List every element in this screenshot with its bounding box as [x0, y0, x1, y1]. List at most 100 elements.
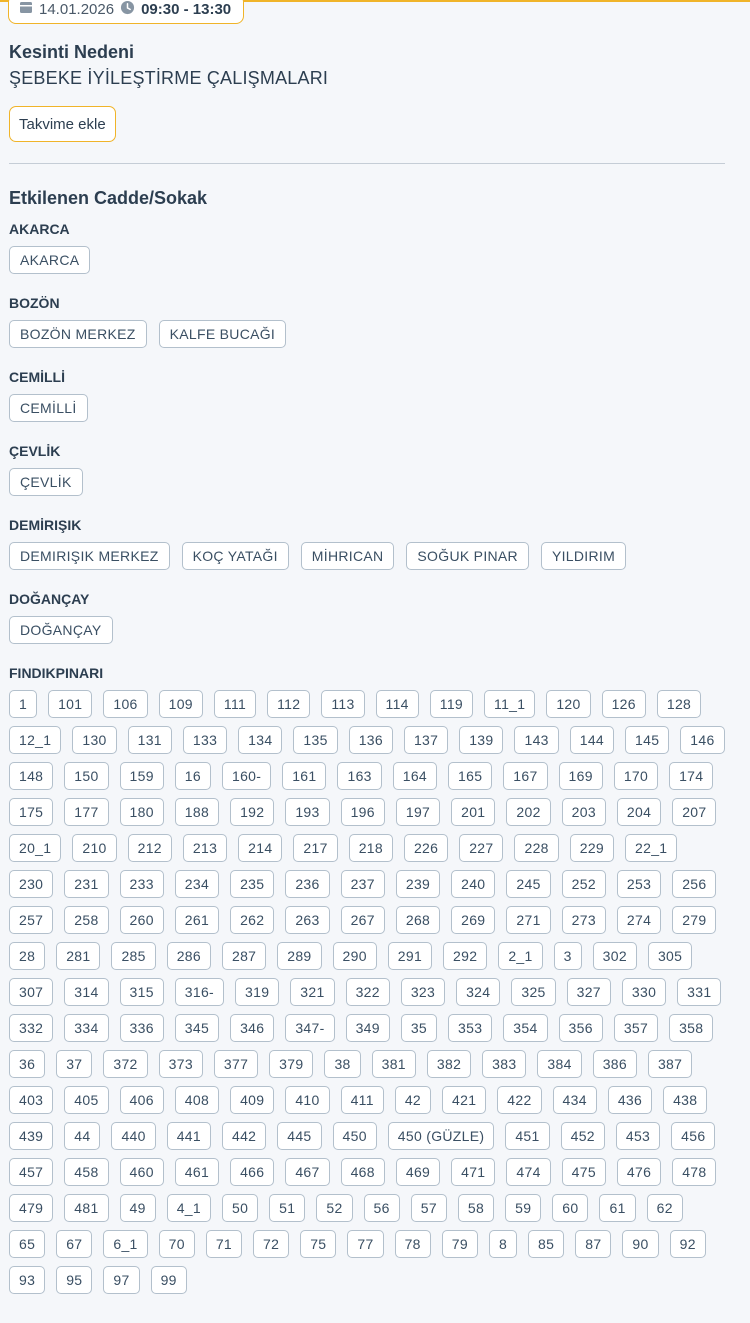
- street-chip: 65: [9, 1230, 46, 1258]
- street-chip: CEMİLLİ: [9, 394, 88, 422]
- street-chip: 231: [64, 870, 109, 898]
- street-chip: 274: [616, 906, 662, 934]
- street-chip: 175: [9, 798, 54, 826]
- street-chip: 159: [119, 762, 164, 790]
- street-chip: DEMIRIŞIK MERKEZ: [9, 542, 170, 570]
- street-chip: 257: [9, 906, 54, 934]
- street-chip: 170: [613, 762, 659, 790]
- street-chip: 440: [111, 1122, 156, 1150]
- outage-time-range: 09:30 - 13:30: [141, 0, 232, 18]
- street-chip: 79: [441, 1230, 478, 1258]
- street-chip: 381: [371, 1050, 416, 1078]
- street-chip: 230: [9, 870, 54, 898]
- street-chip: 131: [127, 726, 172, 754]
- street-chip: 207: [672, 798, 717, 826]
- street-chip: 109: [158, 690, 203, 718]
- street-chip: 56: [363, 1194, 400, 1222]
- street-groups: AKARCA AKARCA BOZÖN BOZÖN MERKEZ KALFE BUCAĞ…: [9, 220, 725, 1314]
- street-chip: 379: [269, 1050, 314, 1078]
- street-chip: 52: [316, 1194, 353, 1222]
- street-chip: 357: [613, 1014, 659, 1042]
- street-chip: 119: [429, 690, 474, 718]
- street-chip: 253: [616, 870, 662, 898]
- street-chip-list: AKARCA: [9, 246, 725, 274]
- street-chip: 71: [205, 1230, 243, 1258]
- street-chip: 453: [615, 1122, 661, 1150]
- street-chip: 2_1: [498, 942, 543, 970]
- street-chip: 143: [514, 726, 559, 754]
- street-chip: 57: [410, 1194, 447, 1222]
- street-chip: 475: [561, 1158, 606, 1186]
- street-chip: 406: [119, 1086, 164, 1114]
- street-chip: 11_1: [484, 690, 536, 718]
- street-chip: 120: [546, 690, 591, 718]
- street-chip: 403: [9, 1086, 54, 1114]
- street-chip: 134: [238, 726, 283, 754]
- street-chip: 177: [64, 798, 109, 826]
- street-chip: 285: [111, 942, 156, 970]
- street-chip: 37: [56, 1050, 93, 1078]
- street-chip: 322: [345, 978, 390, 1006]
- street-chip: 279: [672, 906, 717, 934]
- street-chip: 373: [158, 1050, 203, 1078]
- street-chip: 457: [9, 1158, 54, 1186]
- street-chip: 133: [182, 726, 228, 754]
- street-chip: 377: [213, 1050, 259, 1078]
- district-name: ÇEVLİK: [9, 443, 61, 459]
- street-chip: 93: [9, 1266, 46, 1294]
- street-chip: 332: [9, 1014, 54, 1042]
- street-chip: 439: [9, 1122, 54, 1150]
- street-chip: 192: [230, 798, 275, 826]
- street-chip: YILDIRIM: [540, 542, 627, 570]
- street-chip: 460: [119, 1158, 164, 1186]
- street-chip: 292: [443, 942, 488, 970]
- affected-streets-heading: Etkilenen Cadde/Sokak: [9, 188, 208, 208]
- street-chip: 405: [64, 1086, 109, 1114]
- street-chip: 58: [457, 1194, 495, 1222]
- street-chip: 474: [506, 1158, 551, 1186]
- street-chip: 4_1: [166, 1194, 211, 1222]
- street-chip: 372: [103, 1050, 148, 1078]
- street-chip: 273: [561, 906, 606, 934]
- street-chip: 314: [64, 978, 109, 1006]
- street-chip: 421: [442, 1086, 487, 1114]
- street-chip: 44: [64, 1122, 101, 1150]
- street-chip: 409: [230, 1086, 275, 1114]
- street-chip: 50: [221, 1194, 259, 1222]
- district-name: BOZÖN: [9, 295, 60, 311]
- street-chip: 268: [395, 906, 441, 934]
- street-chip: 148: [9, 762, 54, 790]
- street-chip: 450: [332, 1122, 377, 1150]
- street-chip: 263: [285, 906, 330, 934]
- street-chip: 226: [403, 834, 449, 862]
- street-chip: 113: [321, 690, 365, 718]
- street-chip: 16: [174, 762, 211, 790]
- street-chip-list: CEMİLLİ: [9, 394, 725, 422]
- street-chip: 269: [451, 906, 496, 934]
- street-chip: 128: [656, 690, 702, 718]
- street-chip: 214: [238, 834, 283, 862]
- street-chip: ÇEVLİK: [9, 468, 83, 496]
- street-chip: 469: [395, 1158, 441, 1186]
- street-chip: 422: [497, 1086, 542, 1114]
- street-chip: 271: [506, 906, 551, 934]
- street-chip: 62: [646, 1194, 683, 1222]
- street-chip: 212: [127, 834, 172, 862]
- street-chip: 479: [9, 1194, 54, 1222]
- street-chip: 193: [285, 798, 330, 826]
- street-chip: 28: [9, 942, 46, 970]
- street-chip: 137: [403, 726, 449, 754]
- street-chip: 1: [9, 690, 38, 718]
- street-chip: 327: [566, 978, 611, 1006]
- street-chip-list: ÇEVLİK: [9, 468, 725, 496]
- street-chip: 302: [592, 942, 637, 970]
- add-to-calendar-button[interactable]: Takvime ekle: [9, 106, 116, 142]
- street-chip: SOĞUK PINAR: [406, 542, 529, 570]
- street-chip: KALFE BUCAĞI: [158, 320, 287, 348]
- street-chip: 6_1: [103, 1230, 148, 1258]
- street-chip: 197: [395, 798, 441, 826]
- street-chip: 201: [451, 798, 496, 826]
- street-chip: 261: [174, 906, 220, 934]
- street-chip-list: BOZÖN MERKEZ KALFE BUCAĞI: [9, 320, 725, 348]
- street-chip: 90: [622, 1230, 659, 1258]
